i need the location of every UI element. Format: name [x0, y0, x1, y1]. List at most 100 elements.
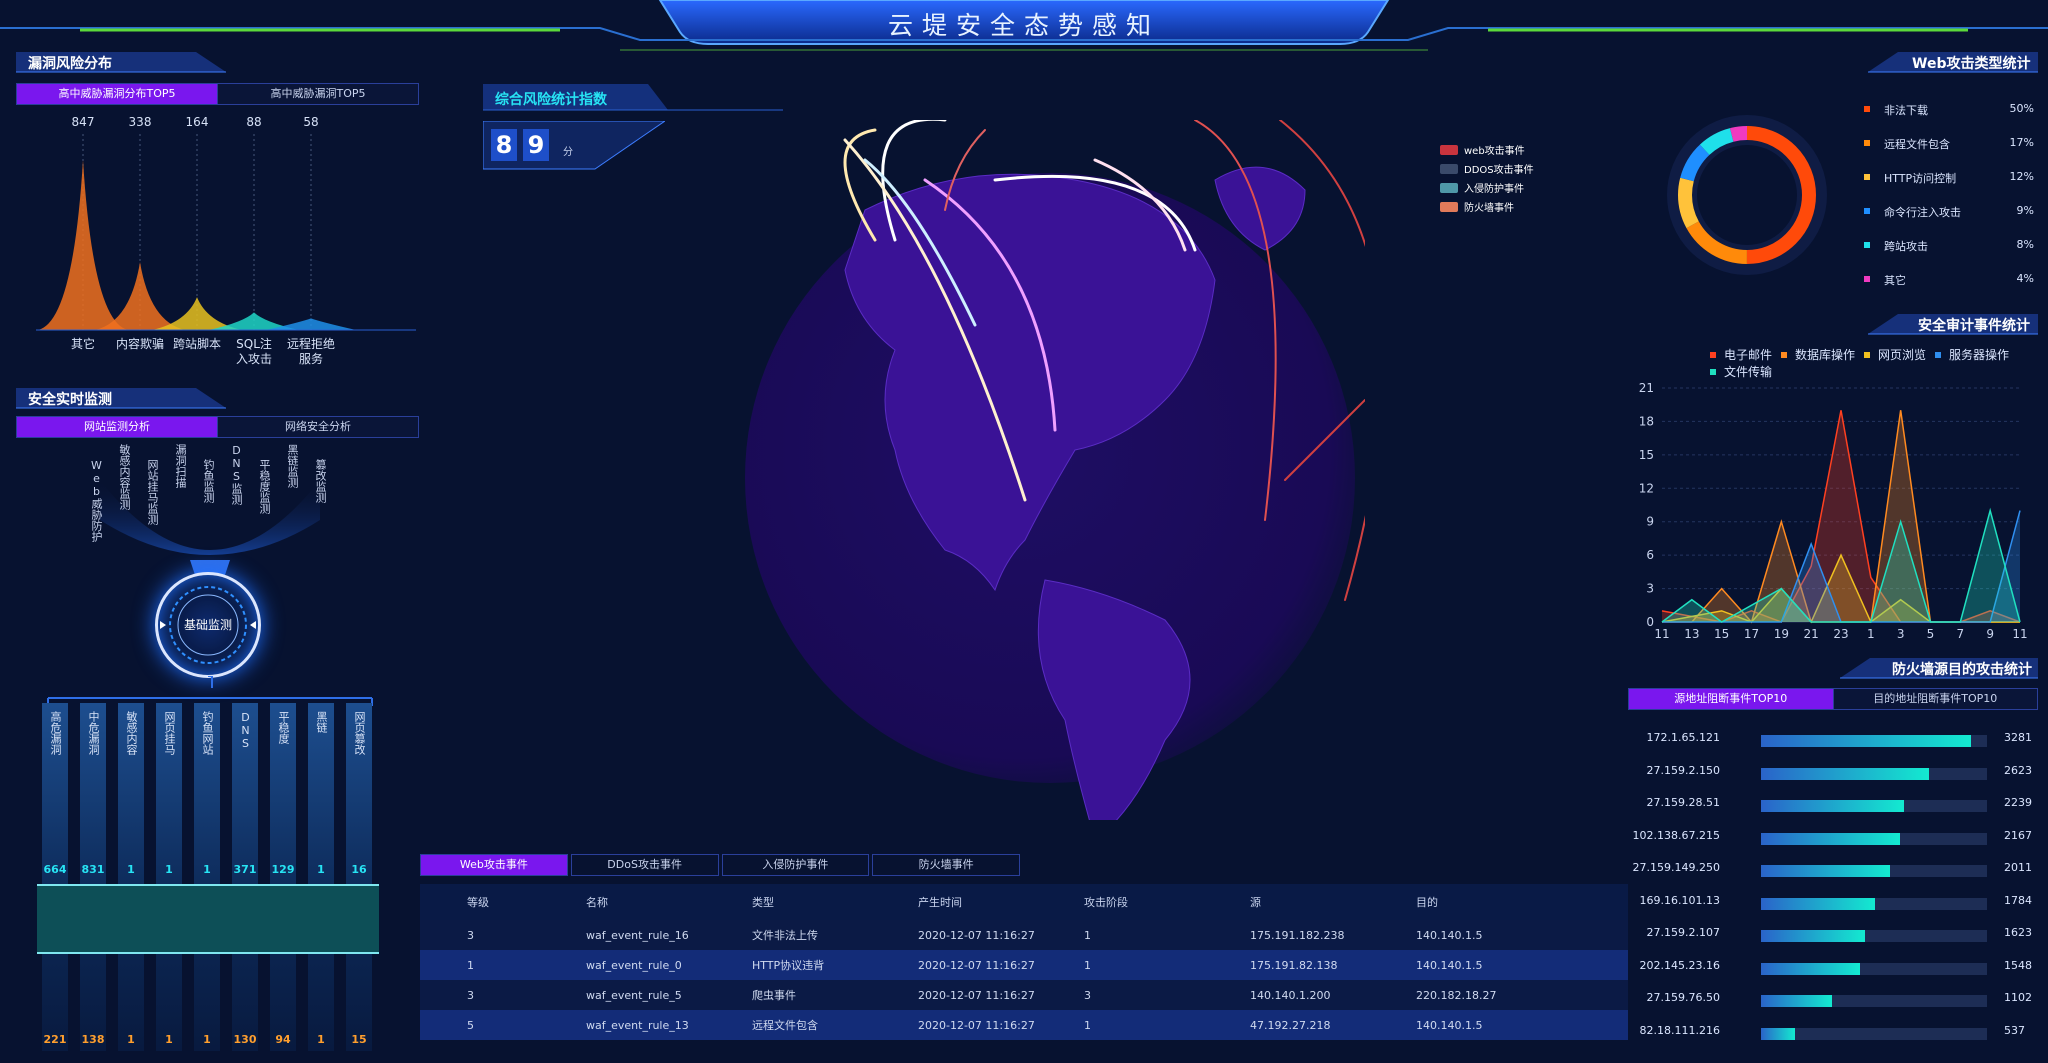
legend-label: DDOS攻击事件	[1464, 165, 1534, 176]
firewall-rank-row[interactable]: 27.159.2.150 2623	[1628, 764, 2038, 784]
legend-value: 12%	[2009, 170, 2034, 183]
column-header: 等级	[420, 884, 586, 920]
rank-bar-track	[1761, 735, 1987, 747]
rank-bar-fill	[1761, 800, 1905, 812]
web-attack-legend-item[interactable]: 其它 4%	[1864, 272, 2034, 288]
column-header: 源	[1250, 884, 1416, 920]
tab-network-security[interactable]: 网络安全分析	[217, 417, 418, 437]
audit-legend-item[interactable]: 网页浏览	[1864, 346, 1926, 363]
vuln-section-title: 漏洞风险分布	[16, 50, 236, 74]
score-digit: 8	[491, 129, 517, 161]
monitor-bar-column[interactable]: 网页挂马 1 1	[156, 703, 182, 1051]
column-header: 名称	[586, 884, 752, 920]
tab-web-attack[interactable]: Web攻击事件	[420, 854, 568, 876]
tab-source-blocked[interactable]: 源地址阻断事件TOP10	[1629, 689, 1833, 709]
rank-bar-track	[1761, 865, 1987, 877]
audit-legend: 电子邮件 数据库操作 网页浏览 服务器操作	[1710, 346, 2018, 363]
firewall-rank-row[interactable]: 82.18.111.216 537	[1628, 1024, 2038, 1044]
audit-legend-item[interactable]: 服务器操作	[1935, 346, 2009, 363]
rank-value: 2167	[2004, 828, 2032, 842]
audit-x-tick: 15	[1714, 627, 1729, 641]
score-section-title: 综合风险统计指数	[483, 84, 783, 112]
rank-bar-track	[1761, 800, 1987, 812]
firewall-rank-row[interactable]: 172.1.65.121 3281	[1628, 731, 2038, 751]
legend-swatch	[1864, 242, 1870, 248]
audit-legend-item[interactable]: 电子邮件	[1710, 346, 1772, 363]
monitor-bar-label: 网页篡改	[353, 711, 366, 755]
web-attack-legend-item[interactable]: 命令行注入攻击 9%	[1864, 204, 2034, 220]
web-attack-legend-item[interactable]: HTTP访问控制 12%	[1864, 170, 2034, 186]
monitor-bar-label: 中危漏洞	[87, 711, 100, 755]
tab-website-monitor[interactable]: 网站监测分析	[17, 417, 217, 437]
monitor-fan-item: 网站挂马监测	[146, 459, 159, 525]
base-monitor-dial[interactable]: 基础监测	[155, 572, 261, 678]
web-attack-legend-item[interactable]: 跨站攻击 8%	[1864, 238, 2034, 254]
monitor-bar-column[interactable]: 敏感内容 1 1	[118, 703, 144, 1051]
legend-swatch	[1864, 106, 1870, 112]
legend-swatch	[1710, 368, 1716, 375]
tab-destination-blocked[interactable]: 目的地址阻断事件TOP10	[1832, 689, 2038, 709]
table-cell: HTTP协议违背	[752, 950, 918, 980]
monitor-bar-column[interactable]: 钓鱼网站 1 1	[194, 703, 220, 1051]
table-row[interactable]: 1 waf_event_rule_0 HTTP协议违背 2020-12-07 11:1…	[420, 950, 1628, 980]
tab-vuln-distribution[interactable]: 高中威胁漏洞分布TOP5	[17, 84, 217, 104]
monitor-fan-item: 篡改监测	[314, 459, 327, 503]
rank-bar-fill	[1761, 735, 1971, 747]
web-attack-legend-item[interactable]: 远程文件包含 17%	[1864, 136, 2034, 152]
web-attack-legend-item[interactable]: 非法下载 50%	[1864, 102, 2034, 118]
monitor-bar-column[interactable]: 黑链 1 1	[308, 703, 334, 1051]
firewall-rank-row[interactable]: 102.138.67.215 2167	[1628, 829, 2038, 849]
monitor-bar-column[interactable]: 高危漏洞 664 221	[42, 703, 68, 1051]
monitor-fan-item: Web威胁防护	[90, 459, 103, 542]
rank-bar-track	[1761, 962, 1987, 975]
monitor-bar-column[interactable]: DNS 371 130	[232, 703, 258, 1051]
monitor-bar-column[interactable]: 平稳度 129 94	[270, 703, 296, 1051]
legend-swatch	[1935, 351, 1942, 358]
monitor-bar-top-value: 129	[271, 863, 295, 876]
donut-hole	[1697, 145, 1797, 245]
globe-legend-item[interactable]: 入侵防护事件	[1440, 178, 1534, 197]
tab-ddos-attack[interactable]: DDoS攻击事件	[570, 854, 719, 876]
rank-bar-track	[1761, 1027, 1987, 1040]
firewall-rank-row[interactable]: 27.159.76.50 1102	[1628, 991, 2038, 1011]
firewall-rank-row[interactable]: 27.159.2.107 1623	[1628, 926, 2038, 946]
vuln-category: 跨站脚本	[173, 336, 221, 351]
rank-bar-track	[1761, 832, 1987, 845]
attack-globe[interactable]	[745, 120, 1365, 820]
globe-legend-item[interactable]: web攻击事件	[1440, 140, 1534, 159]
monitor-bar-label: 黑链	[315, 711, 328, 733]
monitor-bar-label: 敏感内容	[125, 711, 138, 755]
table-cell: waf_event_rule_16	[586, 920, 752, 950]
monitor-bar-top-value: 831	[81, 863, 105, 876]
table-cell: 220.182.18.27	[1416, 980, 1628, 1010]
monitor-bar-top-value: 664	[43, 863, 67, 876]
tab-vuln-top5[interactable]: 高中威胁漏洞TOP5	[217, 84, 418, 104]
table-row[interactable]: 5 waf_event_rule_13 远程文件包含 2020-12-07 11:16…	[420, 1010, 1628, 1040]
table-cell: 2020-12-07 11:16:27	[918, 980, 1084, 1010]
table-cell: 1	[1084, 1010, 1250, 1040]
tab-intrusion-prevention[interactable]: 入侵防护事件	[721, 854, 870, 876]
monitor-bar-column[interactable]: 中危漏洞 831 138	[80, 703, 106, 1051]
firewall-rank-row[interactable]: 27.159.149.250 2011	[1628, 861, 2038, 881]
monitor-fan-item: 平稳度监测	[258, 459, 271, 514]
legend-value: 50%	[2009, 102, 2034, 115]
legend-label: 数据库操作	[1795, 348, 1856, 362]
globe-legend-item[interactable]: DDOS攻击事件	[1440, 159, 1534, 178]
firewall-rank-row[interactable]: 27.159.28.51 2239	[1628, 796, 2038, 816]
monitor-bar-column[interactable]: 网页篡改 16 15	[346, 703, 372, 1051]
table-row[interactable]: 3 waf_event_rule_5 爬虫事件 2020-12-07 11:16:27…	[420, 980, 1628, 1010]
audit-legend-item[interactable]: 数据库操作	[1781, 346, 1855, 363]
tab-firewall[interactable]: 防火墙事件	[872, 854, 1020, 876]
firewall-rank-row[interactable]: 202.145.23.16 1548	[1628, 959, 2038, 979]
firewall-rank-row[interactable]: 169.16.101.13 1784	[1628, 894, 2038, 914]
rank-ip: 27.159.76.50	[1646, 991, 1720, 1004]
table-cell: 文件非法上传	[752, 920, 918, 950]
rank-ip: 82.18.111.216	[1639, 1023, 1720, 1037]
monitor-fan-item: 漏洞扫描	[174, 444, 187, 488]
monitor-bar-bottom-value: 221	[43, 1033, 67, 1046]
vuln-peak	[38, 160, 128, 330]
monitor-bar-bottom-value: 1	[317, 1033, 325, 1046]
table-row[interactable]: 3 waf_event_rule_16 文件非法上传 2020-12-07 11:16…	[420, 920, 1628, 950]
globe-legend-item[interactable]: 防火墙事件	[1440, 197, 1534, 216]
monitor-bar-bottom-value: 94	[275, 1033, 291, 1046]
